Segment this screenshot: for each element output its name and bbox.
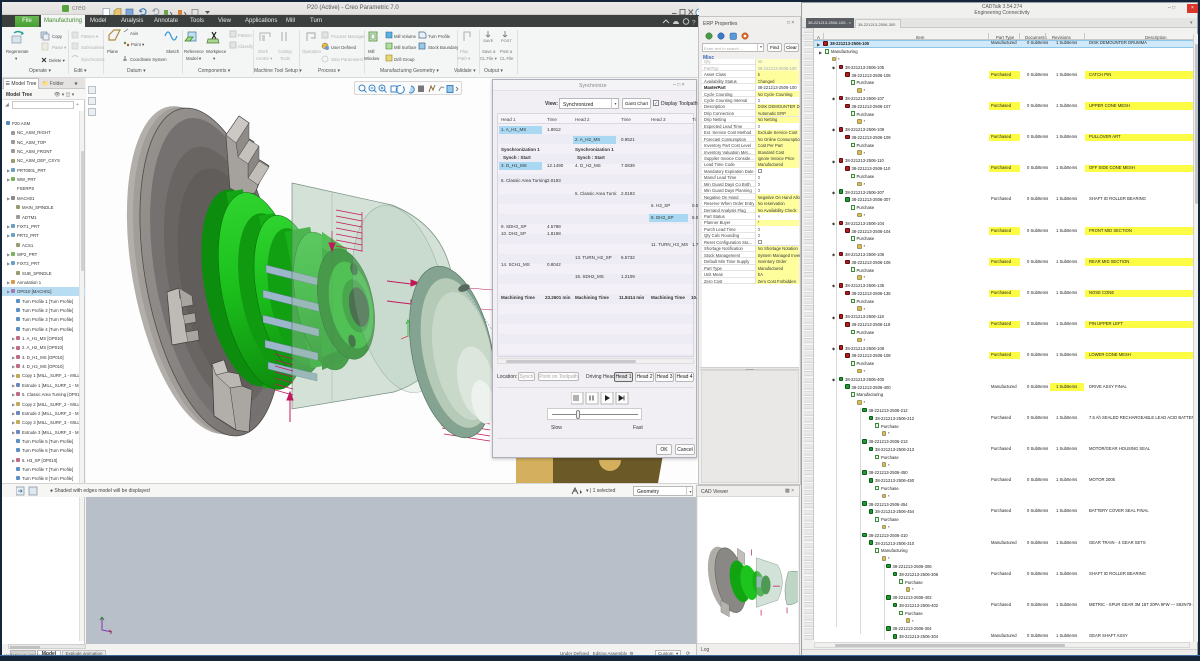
svg-text:Play: Play xyxy=(460,49,469,54)
svg-text:Mill: Mill xyxy=(368,49,374,54)
svg-text:Step Parameters: Step Parameters xyxy=(331,57,363,62)
svg-text:Classify: Classify xyxy=(238,44,254,49)
svg-text:Operation: Operation xyxy=(302,49,321,54)
svg-text:Synchronize: Synchronize xyxy=(81,57,105,62)
svg-text:POST: POST xyxy=(501,38,512,43)
svg-text:User Defined: User Defined xyxy=(331,45,357,50)
svg-text:Axis: Axis xyxy=(130,31,138,36)
svg-text:Turn Profile: Turn Profile xyxy=(428,34,451,39)
svg-text:Mill Surface: Mill Surface xyxy=(394,45,417,50)
svg-text:Stock Boundary: Stock Boundary xyxy=(428,45,459,50)
svg-text:Workpiece: Workpiece xyxy=(206,49,227,54)
svg-text:▾: ▾ xyxy=(213,56,215,61)
svg-text:Coordinate System: Coordinate System xyxy=(130,57,167,62)
svg-text:▾: ▾ xyxy=(15,56,17,61)
svg-text:Plane: Plane xyxy=(107,49,119,54)
svg-text:Pattern: Pattern xyxy=(238,33,252,38)
svg-text:Model ▾: Model ▾ xyxy=(186,56,201,61)
svg-text:Save a: Save a xyxy=(482,49,496,54)
svg-text:Post a: Post a xyxy=(500,49,513,54)
svg-text:Point ▾: Point ▾ xyxy=(131,42,144,47)
svg-text:Regenerate: Regenerate xyxy=(6,49,29,54)
svg-text:Work: Work xyxy=(258,49,269,54)
svg-text:Pattern ▾: Pattern ▾ xyxy=(81,34,98,39)
svg-text:Centre ▾: Centre ▾ xyxy=(256,56,272,61)
svg-text:?: ? xyxy=(692,20,696,27)
svg-text:Subroutines: Subroutines xyxy=(81,45,104,50)
svg-text:Path ▾: Path ▾ xyxy=(458,56,470,61)
svg-text:Reference: Reference xyxy=(184,49,204,54)
svg-text:CL File ▾: CL File ▾ xyxy=(480,56,497,61)
svg-text:SAVE: SAVE xyxy=(483,38,494,43)
svg-text:Sketch: Sketch xyxy=(166,49,180,54)
svg-text:Tools: Tools xyxy=(280,56,290,61)
svg-text:CL File: CL File xyxy=(500,56,514,61)
svg-text:Paste ▾: Paste ▾ xyxy=(52,45,66,50)
svg-text:Window: Window xyxy=(364,56,380,61)
svg-text:Delete ▾: Delete ▾ xyxy=(49,58,65,63)
svg-text:Copy: Copy xyxy=(52,34,63,39)
svg-text:Mill Volume: Mill Volume xyxy=(394,34,417,39)
svg-text:Cutting: Cutting xyxy=(278,49,292,54)
svg-text:Drill Group: Drill Group xyxy=(394,57,415,62)
svg-text:Process Manager: Process Manager xyxy=(331,34,365,39)
